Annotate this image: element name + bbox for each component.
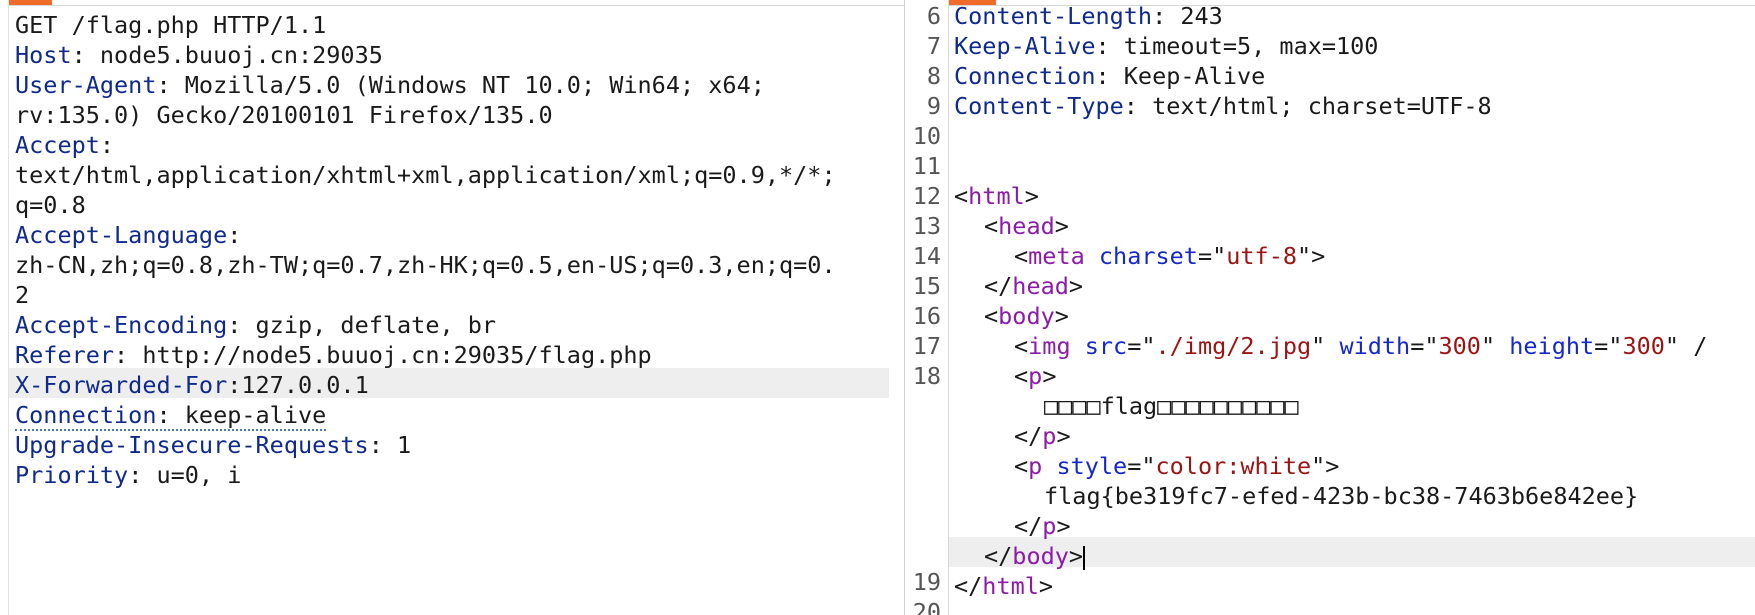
response-header-keep-alive[interactable]: Keep-Alive: timeout=5, max=100 [954,31,1378,61]
request-line-3-wrap[interactable]: rv:135.0) Gecko/20100101 Firefox/135.0 [15,100,553,130]
request-line-5[interactable]: Accept-Language: [15,220,241,250]
request-gutter [0,0,9,615]
request-line-5-wrap[interactable]: zh-CN,zh;q=0.8,zh-TW;q=0.7,zh-HK;q=0.5,e… [15,250,836,280]
response-header-content-length[interactable]: Content-Length: 243 [954,1,1223,31]
html-close-tag[interactable]: </html> [954,571,1053,601]
text-cursor [1083,545,1086,570]
line-number: 11 [912,152,941,180]
line-number: 15 [912,272,941,300]
request-top-border [0,5,904,6]
html-open-tag[interactable]: <html> [954,181,1039,211]
request-line-1[interactable]: GET /flag.php HTTP/1.1 [15,10,326,40]
flag-text[interactable]: flag{be319fc7-efed-423b-bc38-7463b6e842e… [1044,481,1638,511]
request-editor[interactable]: GET /flag.php HTTP/1.1 Host: node5.buuoj… [0,0,904,615]
request-line-5-wrap-2[interactable]: 2 [15,280,29,310]
line-number: 13 [912,212,941,240]
p-close-tag-2[interactable]: </p> [1014,511,1071,541]
body-open-tag[interactable]: <body> [984,301,1069,331]
img-tag[interactable]: <img src="./img/2.jpg" width="300" heigh… [1014,331,1707,361]
line-number: 7 [926,32,941,60]
request-line-10[interactable]: Upgrade-Insecure-Requests: 1 [15,430,411,460]
line-number: 19 [912,568,941,596]
line-number: 8 [926,62,941,90]
body-close-tag[interactable]: </body> [984,541,1086,571]
request-line-3[interactable]: User-Agent: Mozilla/5.0 (Windows NT 10.0… [15,70,765,100]
line-number: 12 [912,182,941,210]
garbled-text[interactable]: □□□□flag□□□□□□□□□□ [1044,391,1299,421]
response-editor[interactable]: 6 7 8 9 10 11 12 13 14 15 16 17 18 19 20… [905,0,1755,615]
request-line-6[interactable]: Accept-Encoding: gzip, deflate, br [15,310,496,340]
request-line-7[interactable]: Referer: http://node5.buuoj.cn:29035/fla… [15,340,652,370]
line-number: 16 [912,302,941,330]
head-close-tag[interactable]: </head> [984,271,1083,301]
head-open-tag[interactable]: <head> [984,211,1069,241]
line-number: 9 [926,92,941,120]
line-number: 20 [912,598,941,615]
request-line-4-wrap[interactable]: text/html,application/xhtml+xml,applicat… [15,160,836,190]
meta-tag[interactable]: <meta charset="utf-8"> [1014,241,1325,271]
line-number: 10 [912,122,941,150]
p-close-tag[interactable]: </p> [1014,421,1071,451]
response-header-connection[interactable]: Connection: Keep-Alive [954,61,1265,91]
request-line-2[interactable]: Host: node5.buuoj.cn:29035 [15,40,383,70]
p-open-tag[interactable]: <p> [1014,361,1056,391]
request-line-8[interactable]: X-Forwarded-For:127.0.0.1 [15,370,369,400]
p-style-tag[interactable]: <p style="color:white"> [1014,451,1339,481]
line-number: 6 [926,2,941,30]
line-number: 18 [912,362,941,390]
request-line-11[interactable]: Priority: u=0, i [15,460,241,490]
request-line-9[interactable]: Connection: keep-alive [15,400,327,431]
line-number: 17 [912,332,941,360]
line-number: 14 [912,242,941,270]
response-header-content-type[interactable]: Content-Type: text/html; charset=UTF-8 [954,91,1492,121]
request-line-4[interactable]: Accept: [15,130,114,160]
request-line-4-wrap-2[interactable]: q=0.8 [15,190,86,220]
